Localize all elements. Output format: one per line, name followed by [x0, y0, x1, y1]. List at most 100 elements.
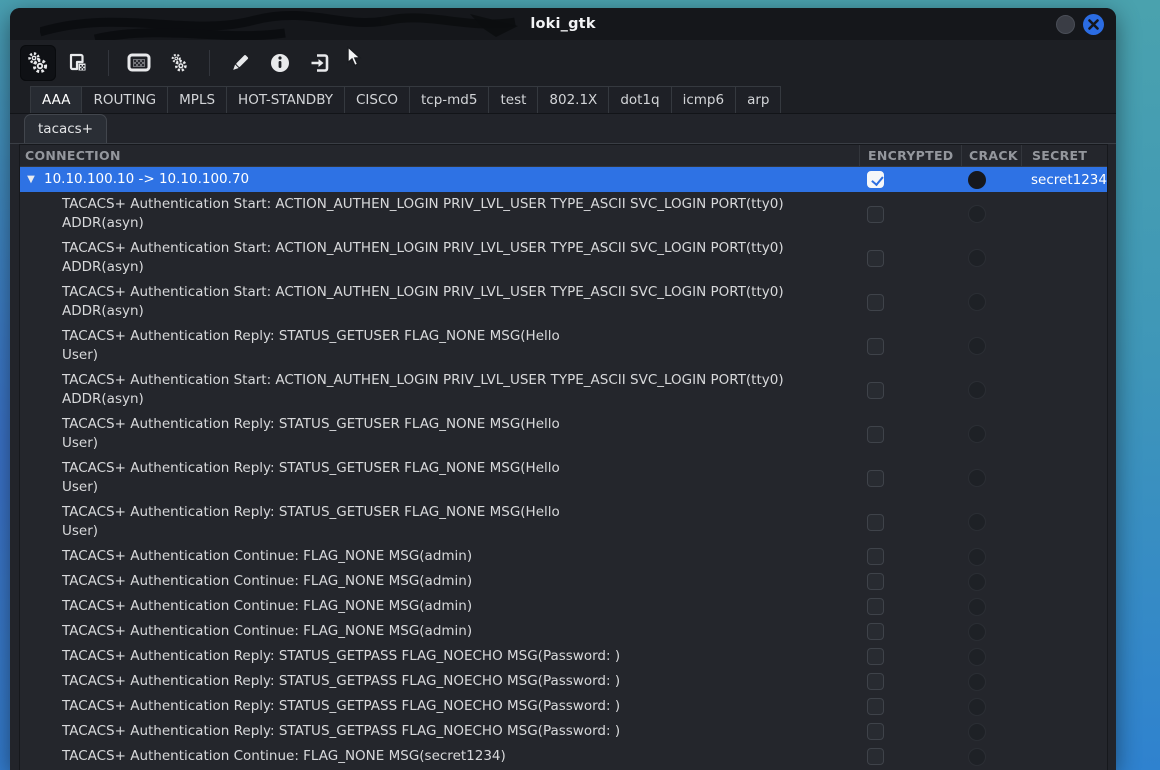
encrypted-checkbox[interactable] — [867, 598, 884, 615]
crack-button[interactable] — [968, 748, 986, 766]
tab-aaa[interactable]: AAA — [30, 86, 82, 113]
encrypted-checkbox[interactable] — [867, 206, 884, 223]
crack-button[interactable] — [968, 513, 986, 531]
row-text: TACACS+ Authentication Reply: STATUS_GET… — [62, 719, 620, 744]
crack-button[interactable] — [968, 598, 986, 616]
encrypted-checkbox[interactable] — [867, 514, 884, 531]
row-text: TACACS+ Authentication Continue: FLAG_NO… — [62, 744, 506, 769]
table-row[interactable]: ▼ TACACS+ Authentication Reply: STATUS_G… — [20, 719, 1107, 744]
column-header-encrypted[interactable]: ENCRYPTED — [859, 145, 961, 166]
open-button[interactable] — [60, 45, 96, 81]
encrypted-checkbox[interactable] — [867, 748, 884, 765]
tab-hot-standby[interactable]: HOT-STANDBY — [226, 86, 345, 113]
connection-cell: ▼ TACACS+ Authentication Reply: STATUS_G… — [20, 694, 859, 719]
encrypted-cell — [859, 598, 961, 615]
tab-cisco[interactable]: CISCO — [344, 86, 410, 113]
row-text: TACACS+ Authentication Continue: FLAG_NO… — [62, 544, 472, 569]
encrypted-checkbox[interactable] — [867, 648, 884, 665]
crack-button[interactable] — [968, 698, 986, 716]
table-row[interactable]: ▼ TACACS+ Authentication Start: ACTION_A… — [20, 192, 1107, 236]
table-row[interactable]: ▼ TACACS+ Authentication Continue: FLAG_… — [20, 744, 1107, 769]
connection-cell: ▼ TACACS+ Authentication Start: ACTION_A… — [20, 368, 859, 412]
crack-button[interactable] — [968, 469, 986, 487]
crack-button[interactable] — [968, 673, 986, 691]
encrypted-checkbox[interactable] — [867, 382, 884, 399]
crack-cell — [961, 623, 1021, 641]
encrypted-checkbox[interactable] — [867, 723, 884, 740]
encrypted-checkbox[interactable] — [867, 294, 884, 311]
titlebar[interactable]: loki_gtk — [10, 8, 1116, 40]
encrypted-checkbox[interactable] — [867, 548, 884, 565]
about-button[interactable] — [262, 45, 298, 81]
table-row[interactable]: ▼ TACACS+ Authentication Reply: STATUS_G… — [20, 644, 1107, 669]
encrypted-cell — [859, 623, 961, 640]
encrypted-cell — [859, 206, 961, 223]
encrypted-checkbox[interactable] — [867, 426, 884, 443]
toolbar-separator — [108, 50, 109, 76]
tab-arp[interactable]: arp — [735, 86, 781, 113]
tab-dot1q[interactable]: dot1q — [608, 86, 671, 113]
crack-cell — [961, 469, 1021, 487]
encrypted-checkbox[interactable] — [867, 698, 884, 715]
tab-test[interactable]: test — [488, 86, 538, 113]
close-button[interactable] — [1083, 14, 1104, 35]
minimize-button[interactable] — [1056, 15, 1075, 34]
tab-tcp-md5[interactable]: tcp-md5 — [409, 86, 489, 113]
crack-button[interactable] — [968, 249, 986, 267]
crack-button[interactable] — [968, 573, 986, 591]
crack-button[interactable] — [968, 425, 986, 443]
crack-button[interactable] — [968, 337, 986, 355]
crack-button[interactable] — [968, 205, 986, 223]
table-row[interactable]: ▼ TACACS+ Authentication Start: ACTION_A… — [20, 236, 1107, 280]
table-row[interactable]: ▼ TACACS+ Authentication Start: ACTION_A… — [20, 368, 1107, 412]
notebook-page: tacacs+ CONNECTION ENCRYPTED CRACK SECRE… — [10, 114, 1116, 770]
table-row[interactable]: ▼ TACACS+ Authentication Continue: FLAG_… — [20, 544, 1107, 569]
encrypted-checkbox[interactable] — [867, 623, 884, 640]
encrypted-cell — [859, 698, 961, 715]
network-interface-button[interactable] — [121, 45, 157, 81]
table-row[interactable]: ▼ TACACS+ Authentication Start: ACTION_A… — [20, 280, 1107, 324]
table-row[interactable]: ▼ TACACS+ Authentication Reply: STATUS_G… — [20, 412, 1107, 456]
expander-icon[interactable]: ▼ — [24, 174, 38, 185]
tab-mpls[interactable]: MPLS — [167, 86, 227, 113]
crack-button[interactable] — [968, 623, 986, 641]
table-row[interactable]: ▼ TACACS+ Authentication Reply: STATUS_G… — [20, 669, 1107, 694]
crack-button[interactable] — [968, 648, 986, 666]
crack-button[interactable] — [968, 548, 986, 566]
crack-button[interactable] — [968, 171, 986, 189]
table-row[interactable]: ▼ TACACS+ Authentication Continue: FLAG_… — [20, 619, 1107, 644]
row-text: TACACS+ Authentication Start: ACTION_AUT… — [62, 280, 859, 324]
table-row[interactable]: ▼ TACACS+ Authentication Reply: STATUS_G… — [20, 500, 1107, 544]
edit-button[interactable] — [222, 45, 258, 81]
encrypted-checkbox[interactable] — [867, 673, 884, 690]
crack-button[interactable] — [968, 723, 986, 741]
connection-cell: ▼ TACACS+ Authentication Reply: STATUS_G… — [20, 669, 859, 694]
encrypted-checkbox[interactable] — [867, 250, 884, 267]
crack-button[interactable] — [968, 381, 986, 399]
preferences-button[interactable] — [161, 45, 197, 81]
table-row[interactable]: ▼ TACACS+ Authentication Reply: STATUS_G… — [20, 456, 1107, 500]
crack-cell — [961, 573, 1021, 591]
crack-cell — [961, 205, 1021, 223]
crack-button[interactable] — [968, 293, 986, 311]
column-header-connection[interactable]: CONNECTION — [20, 145, 859, 166]
quit-button[interactable] — [302, 45, 338, 81]
row-text: TACACS+ Authentication Start: ACTION_AUT… — [62, 236, 859, 280]
column-header-crack[interactable]: CRACK — [961, 145, 1021, 166]
encrypted-checkbox[interactable] — [867, 573, 884, 590]
run-button[interactable] — [20, 45, 56, 81]
table-row[interactable]: ▼ TACACS+ Authentication Continue: FLAG_… — [20, 594, 1107, 619]
tab-tacacs[interactable]: tacacs+ — [24, 114, 107, 143]
table-row[interactable]: ▼ TACACS+ Authentication Reply: STATUS_G… — [20, 324, 1107, 368]
encrypted-checkbox[interactable] — [867, 171, 884, 188]
table-row[interactable]: ▼ TACACS+ Authentication Continue: FLAG_… — [20, 569, 1107, 594]
tab-routing[interactable]: ROUTING — [81, 86, 168, 113]
crack-cell — [961, 293, 1021, 311]
encrypted-checkbox[interactable] — [867, 470, 884, 487]
column-header-secret[interactable]: SECRET — [1021, 145, 1107, 166]
tab-802-1x[interactable]: 802.1X — [537, 86, 609, 113]
table-row[interactable]: ▼ TACACS+ Authentication Reply: STATUS_G… — [20, 694, 1107, 719]
table-row[interactable]: ▼ 10.10.100.10 -> 10.10.100.70 secret123… — [20, 167, 1107, 192]
tab-icmp6[interactable]: icmp6 — [671, 86, 736, 113]
encrypted-checkbox[interactable] — [867, 338, 884, 355]
